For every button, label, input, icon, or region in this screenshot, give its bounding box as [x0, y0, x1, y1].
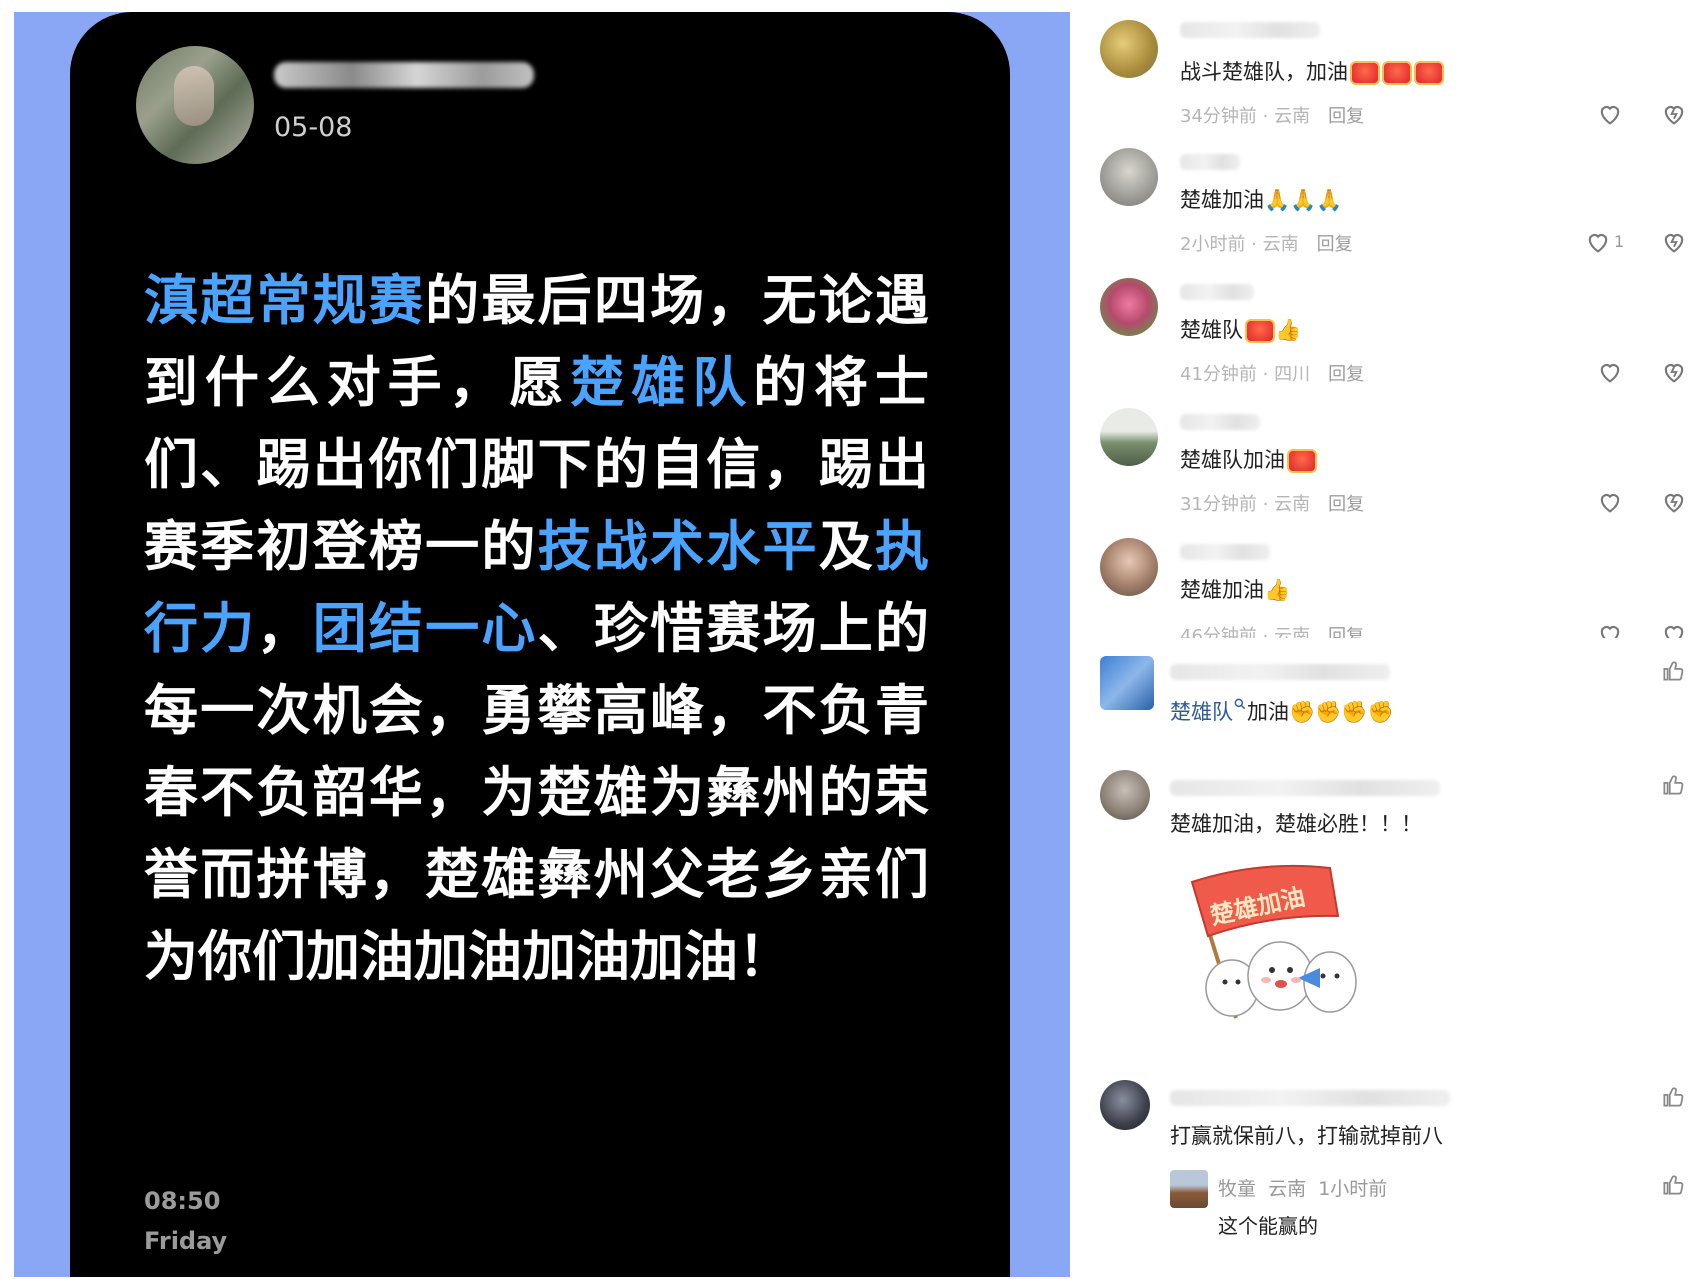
post-card: 05-08 滇超常规赛的最后四场，无论遇到什么对手，愿楚雄队的将士们、踢出你们脚… [70, 12, 1010, 1277]
commenter-avatar[interactable] [1100, 1080, 1150, 1130]
comment-text: 楚雄队 加油✊✊✊✊ [1170, 696, 1394, 726]
author-avatar[interactable] [136, 46, 254, 164]
replier-avatar[interactable] [1170, 1170, 1208, 1208]
dislike-heart-icon[interactable] [1660, 620, 1688, 638]
highlighted-text: 技战术水平 [537, 515, 819, 578]
reply-text: 这个能赢的 [1218, 1214, 1318, 1238]
reply-button[interactable]: 回复 [1317, 234, 1353, 255]
post-time: 08:50 [144, 1187, 221, 1215]
post-day: Friday [144, 1227, 228, 1255]
post-body: 滇超常规赛的最后四场，无论遇到什么对手，愿楚雄队的将士们、踢出你们脚下的自信，踢… [144, 260, 929, 998]
commenter-name-blurred [1180, 544, 1270, 560]
hashtag-link[interactable]: 楚雄队 [1170, 700, 1233, 724]
comment-text: 楚雄加油，楚雄必胜！！！ [1170, 812, 1422, 836]
commenter-avatar[interactable] [1100, 148, 1158, 206]
highlighted-text: 滇超常规赛 [144, 269, 426, 332]
reply-button[interactable]: 回复 [1328, 106, 1364, 127]
commenter-name-blurred [1180, 414, 1260, 430]
commenter-avatar[interactable] [1100, 278, 1158, 336]
comment-text: 楚雄队 👍 [1180, 318, 1302, 343]
reply-button[interactable]: 回复 [1328, 494, 1364, 515]
commenter-name-blurred [1170, 664, 1390, 680]
commenter-name-blurred [1170, 780, 1440, 796]
comment-meta: 31分钟前 · 云南 回复 [1180, 494, 1365, 515]
red-badge-emoji [1382, 61, 1412, 85]
highlighted-text: 楚雄队 [570, 351, 754, 414]
heart-icon[interactable] [1584, 228, 1612, 256]
commenter-name-blurred [1180, 284, 1254, 300]
heart-icon[interactable] [1596, 100, 1624, 128]
like-count: 1 [1614, 232, 1625, 251]
thumbs-up-icon[interactable] [1660, 658, 1686, 684]
author-name-blurred [274, 62, 534, 88]
comment-meta: 41分钟前 · 四川 回复 [1180, 364, 1365, 385]
comment-meta: 34分钟前 · 云南 回复 [1180, 106, 1365, 127]
dislike-heart-icon[interactable] [1660, 488, 1688, 516]
red-badge-emoji [1287, 449, 1317, 473]
search-icon[interactable] [1233, 697, 1247, 711]
reply-button[interactable]: 回复 [1328, 626, 1364, 638]
commenter-avatar[interactable] [1100, 408, 1158, 466]
thumbs-up-icon[interactable] [1660, 1084, 1686, 1110]
thumbs-up-icon[interactable] [1660, 1172, 1686, 1198]
commenter-avatar[interactable] [1100, 538, 1158, 596]
comment-meta: 2小时前 · 云南 回复 [1180, 234, 1353, 255]
commenter-name-blurred [1170, 1090, 1450, 1106]
reply-button[interactable]: 回复 [1328, 364, 1364, 385]
comment-item: 楚雄加油👍 46分钟前 · 云南 回复 [1100, 538, 1700, 638]
comment-meta: 46分钟前 · 云南 回复 [1180, 622, 1364, 638]
commenter-avatar[interactable] [1100, 20, 1158, 78]
commenter-avatar[interactable] [1100, 656, 1154, 710]
comment-text: 楚雄队加油 [1180, 444, 1317, 474]
highlighted-text: 团结一心 [312, 597, 538, 660]
red-badge-emoji [1350, 61, 1380, 85]
commenter-avatar[interactable] [1100, 770, 1150, 820]
cheer-sticker: 楚雄加油 [1190, 864, 1357, 1019]
thumbs-up-icon[interactable] [1660, 772, 1686, 798]
body-text: 及 [818, 515, 876, 578]
reply-meta: 牧童 云南 1小时前 [1218, 1178, 1388, 1200]
heart-icon[interactable] [1596, 488, 1624, 516]
comments-panel: 战斗楚雄队，加油 34分钟前 · 云南 回复 楚雄加油🙏🙏🙏 2小时前 · 云南回… [1100, 0, 1706, 1279]
dislike-heart-icon[interactable] [1660, 228, 1688, 256]
commenter-name-blurred [1180, 22, 1320, 38]
commenter-name-blurred [1180, 154, 1240, 170]
red-badge-emoji [1414, 61, 1444, 85]
dislike-heart-icon[interactable] [1660, 100, 1688, 128]
dislike-heart-icon[interactable] [1660, 358, 1688, 386]
comment-text: 楚雄加油🙏🙏🙏 [1180, 188, 1343, 212]
replier-name[interactable]: 牧童 [1218, 1178, 1256, 1200]
red-badge-emoji [1245, 319, 1275, 343]
heart-icon[interactable] [1596, 620, 1624, 638]
post-date: 05-08 [274, 112, 353, 143]
comment-text: 打赢就保前八，打输就掉前八 [1170, 1124, 1443, 1148]
body-text: ， [256, 597, 313, 660]
comment-text: 楚雄加油👍 [1180, 578, 1291, 602]
comment-text: 战斗楚雄队，加油 [1180, 56, 1444, 86]
heart-icon[interactable] [1596, 358, 1624, 386]
